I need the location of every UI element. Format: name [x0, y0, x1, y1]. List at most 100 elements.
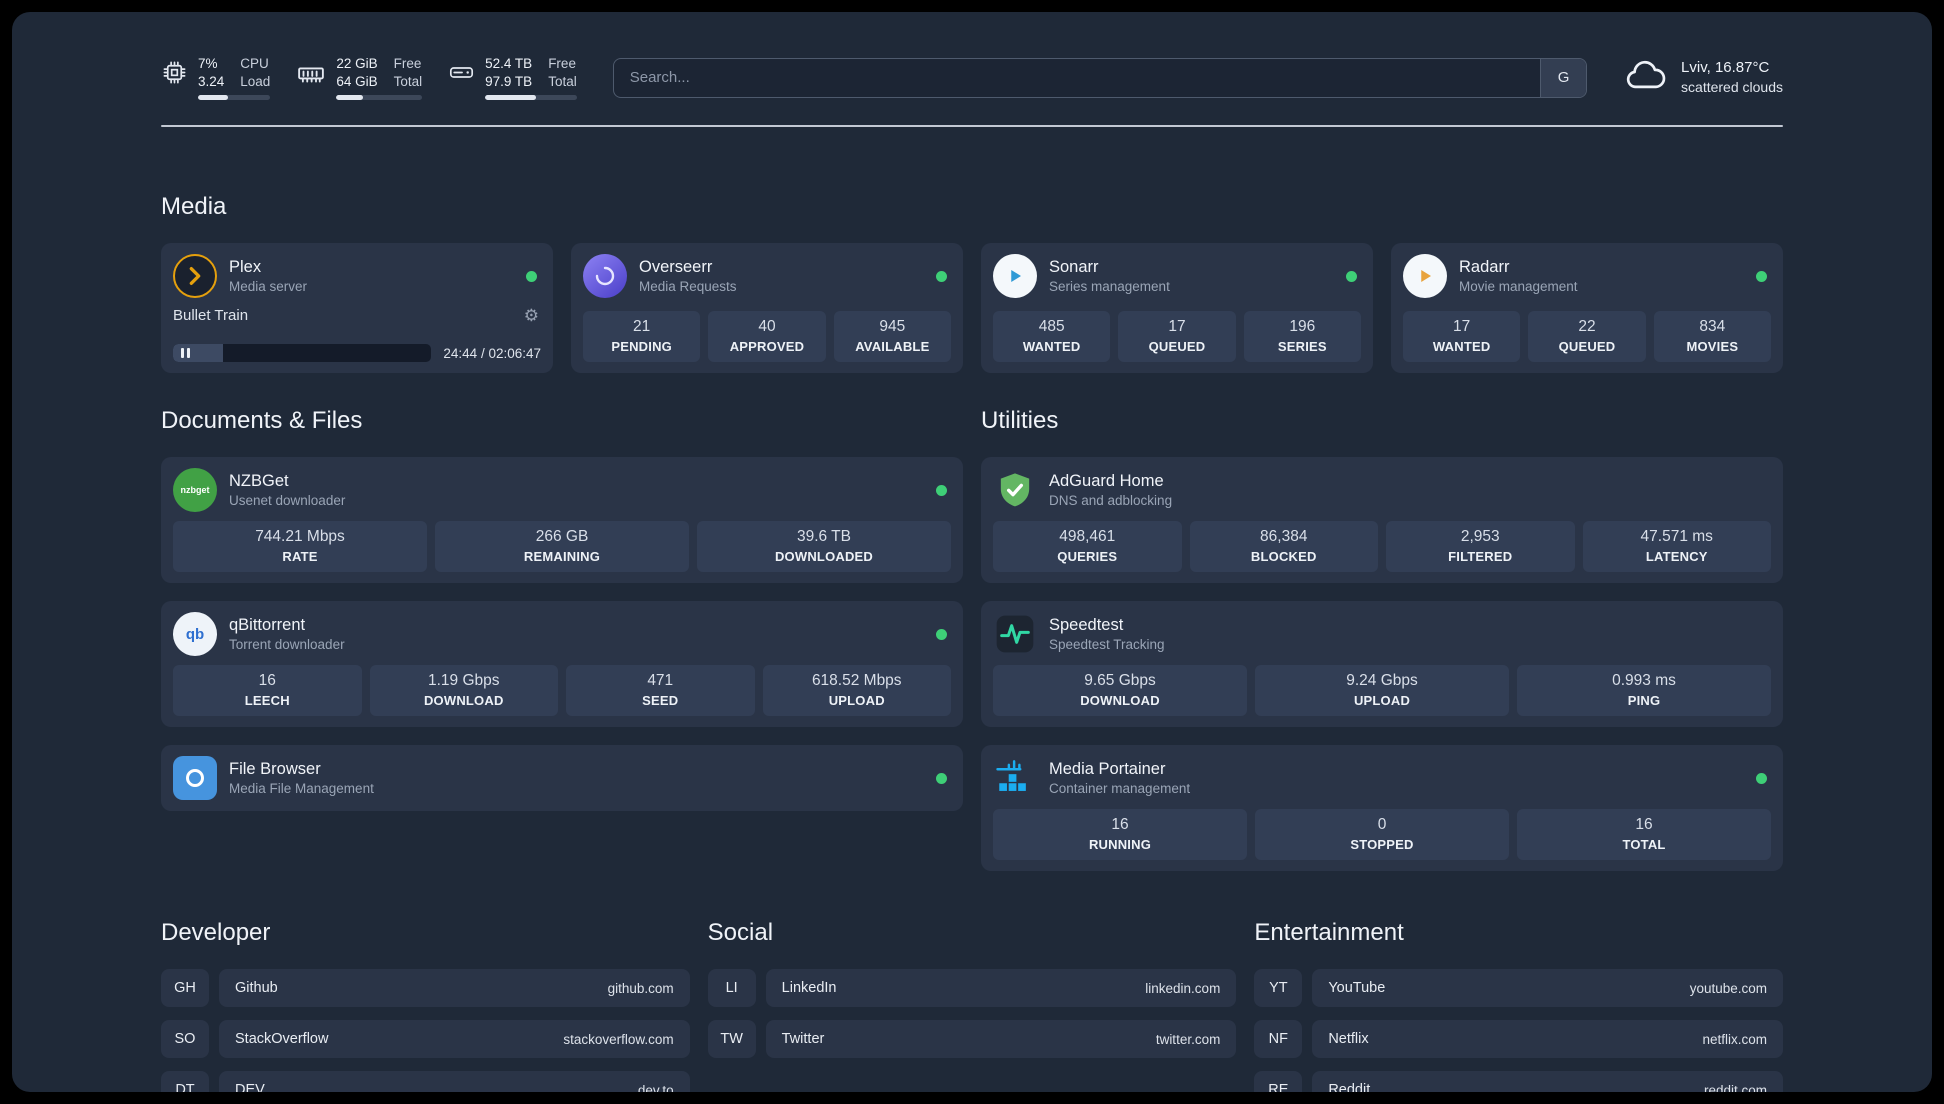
topbar-divider — [161, 125, 1783, 127]
memory-progress-bar — [336, 95, 423, 101]
bookmark-name: YouTube — [1328, 980, 1386, 996]
bookmark-abbr: YT — [1254, 969, 1303, 1007]
bookmark-name: Reddit — [1328, 1082, 1371, 1092]
disk-total-value: 97.9 TB — [485, 73, 533, 89]
card-plex[interactable]: Plex Media server Bullet Train ⚙ 24:44 /… — [161, 243, 553, 373]
cpu-label: CPU — [240, 55, 269, 71]
stat-label: LATENCY — [1645, 549, 1708, 564]
bookmark-name: StackOverflow — [235, 1031, 329, 1047]
memory-free-label: Free — [393, 55, 422, 71]
stat-label: APPROVED — [729, 339, 805, 354]
stat-label: REMAINING — [523, 549, 601, 564]
service-name: qBittorrent — [229, 616, 306, 634]
service-name: Media Portainer — [1049, 760, 1166, 778]
stat-value: 9.24 Gbps — [1346, 672, 1418, 689]
card-filebrowser[interactable]: File Browser Media File Management — [161, 745, 963, 811]
stat-box: 744.21 Mbps RATE — [173, 521, 427, 572]
disk-progress-bar — [485, 95, 577, 101]
stat-box: 47.571 ms LATENCY — [1582, 521, 1771, 572]
weather-condition: scattered clouds — [1681, 79, 1783, 96]
bookmark-netflix[interactable]: NF Netflix netflix.com — [1254, 1020, 1783, 1058]
stat-box: 86,384 BLOCKED — [1189, 521, 1378, 572]
card-sonarr[interactable]: Sonarr Series management 485 WANTED 17 Q… — [981, 243, 1373, 373]
stat-box: 0.993 ms PING — [1517, 665, 1771, 716]
card-adguard[interactable]: AdGuard Home DNS and adblocking 498,461 … — [981, 457, 1783, 583]
stat-box: 485 WANTED — [993, 311, 1111, 362]
service-subtitle: Container management — [1049, 781, 1191, 796]
stat-box: 17 WANTED — [1403, 311, 1521, 362]
stat-label: WANTED — [1432, 339, 1491, 354]
bookmark-abbr: NF — [1254, 1020, 1303, 1058]
bookmark-twitter[interactable]: TW Twitter twitter.com — [707, 1020, 1237, 1058]
stat-value: 0 — [1377, 816, 1387, 833]
stat-value: 744.21 Mbps — [255, 528, 345, 545]
section-title-media: Media — [161, 193, 227, 220]
gear-icon[interactable]: ⚙ — [524, 307, 539, 324]
card-portainer[interactable]: Media Portainer Container management 16 … — [981, 745, 1783, 871]
pause-icon — [181, 348, 190, 358]
stat-label: SERIES — [1277, 339, 1327, 354]
card-qbittorrent[interactable]: qb qBittorrent Torrent downloader 16 LEE… — [161, 601, 963, 727]
memory-free-value: 22 GiB — [336, 55, 378, 71]
stat-box: 9.65 Gbps DOWNLOAD — [993, 665, 1247, 716]
status-dot — [1756, 772, 1767, 784]
status-dot — [936, 484, 947, 496]
bookmark-url: github.com — [607, 980, 674, 996]
weather-widget: Lviv, 16.87°C scattered clouds — [1623, 52, 1783, 103]
service-subtitle: Torrent downloader — [229, 637, 345, 652]
bookmark-stackoverflow[interactable]: SO StackOverflow stackoverflow.com — [161, 1020, 690, 1058]
stat-label: UPLOAD — [1353, 693, 1411, 708]
card-speedtest[interactable]: Speedtest Speedtest Tracking 9.65 Gbps D… — [981, 601, 1783, 727]
stat-value: 196 — [1289, 318, 1316, 335]
bookmark-abbr: DT — [161, 1071, 209, 1092]
search-input[interactable] — [613, 58, 1541, 97]
stat-label: RUNNING — [1088, 837, 1152, 852]
service-name: NZBGet — [229, 472, 289, 490]
service-subtitle: Movie management — [1459, 279, 1578, 294]
bookmark-reddit[interactable]: RE Reddit reddit.com — [1254, 1071, 1783, 1092]
service-name: File Browser — [229, 760, 321, 778]
stat-value: 834 — [1699, 318, 1726, 335]
card-overseerr[interactable]: Overseerr Media Requests 21 PENDING 40 A… — [571, 243, 963, 373]
radarr-icon — [1403, 254, 1447, 298]
disk-widget: 52.4 TB 97.9 TB Free Total — [448, 55, 577, 101]
bookmark-linkedin[interactable]: LI LinkedIn linkedin.com — [707, 969, 1237, 1007]
stat-box: 618.52 Mbps UPLOAD — [762, 665, 951, 716]
card-nzbget[interactable]: nzbget NZBGet Usenet downloader 744.21 M… — [161, 457, 963, 583]
bookmark-dev[interactable]: DT DEV dev.to — [161, 1071, 690, 1092]
stat-label: AVAILABLE — [855, 339, 930, 354]
sonarr-icon — [993, 254, 1037, 298]
bookmark-github[interactable]: GH Github github.com — [161, 969, 690, 1007]
stat-box: 16 RUNNING — [993, 809, 1247, 860]
stat-value: 16 — [258, 672, 276, 689]
stat-box: 17 QUEUED — [1118, 311, 1236, 362]
section-entertainment: Entertainment YT YouTube youtube.com NF … — [1254, 919, 1783, 1092]
stat-value: 86,384 — [1260, 528, 1308, 545]
disk-progress-fill — [485, 95, 536, 101]
bookmark-youtube[interactable]: YT YouTube youtube.com — [1254, 969, 1783, 1007]
stat-box: 1.19 Gbps DOWNLOAD — [369, 665, 558, 716]
section-title-utilities: Utilities — [981, 407, 1059, 434]
bookmark-url: twitter.com — [1155, 1031, 1221, 1047]
bookmark-abbr: SO — [161, 1020, 209, 1058]
stat-label: RATE — [282, 549, 318, 564]
stat-value: 16 — [1111, 816, 1129, 833]
stat-label: DOWNLOADED — [774, 549, 874, 564]
stat-label: QUEUED — [1558, 339, 1616, 354]
stat-label: DOWNLOAD — [1080, 693, 1160, 708]
cpu-load-label: Load — [240, 73, 271, 89]
stat-label: TOTAL — [1622, 837, 1666, 852]
search-engine-button[interactable]: G — [1540, 58, 1587, 97]
stat-box: 40 APPROVED — [708, 311, 826, 362]
now-playing-title: Bullet Train — [173, 307, 249, 324]
overseerr-icon — [583, 254, 627, 298]
dashboard-panel: 7% 3.24 CPU Load 22 GiB 64 GiB Free Tota… — [12, 12, 1932, 1092]
section-social: Social LI LinkedIn linkedin.com TW Twitt… — [707, 919, 1237, 1092]
card-radarr[interactable]: Radarr Movie management 17 WANTED 22 QUE… — [1391, 243, 1783, 373]
service-name: AdGuard Home — [1049, 472, 1164, 490]
stat-value: 266 GB — [535, 528, 589, 545]
bookmark-name: Netflix — [1328, 1031, 1369, 1047]
cpu-usage-value: 7% — [198, 55, 218, 71]
disk-free-value: 52.4 TB — [485, 55, 533, 71]
memory-total-label: Total — [393, 73, 423, 89]
